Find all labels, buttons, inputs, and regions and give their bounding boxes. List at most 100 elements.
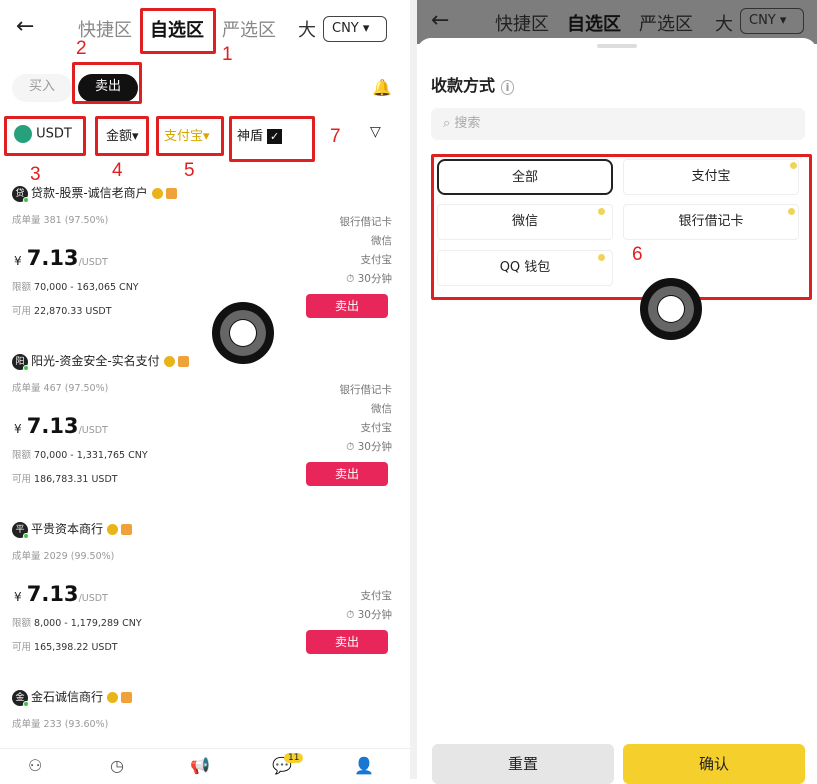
avatar: 阳 xyxy=(12,353,29,371)
time-limit: ⏱ 30分钟 xyxy=(346,609,392,621)
amount-filter[interactable]: 金额▾ xyxy=(106,125,139,144)
annotation-box-1 xyxy=(140,8,216,54)
amount-label: 金额 xyxy=(106,129,133,144)
shield-label: 神盾 xyxy=(237,129,264,144)
time-limit: ⏱ 30分钟 xyxy=(346,441,392,453)
annotation-7: 7 xyxy=(330,126,341,147)
shield-badge-icon xyxy=(121,524,133,535)
payment-label: 支付宝 xyxy=(164,129,204,144)
currency-label: CNY xyxy=(749,13,776,28)
merchant-stats: 成单量 381 (97.50%) xyxy=(12,215,109,226)
avatar: 贷 xyxy=(12,185,29,203)
verified-icon xyxy=(107,692,119,703)
annotation-3: 3 xyxy=(30,164,41,185)
sheet-handle[interactable] xyxy=(597,44,637,48)
payment-method: 银行借记卡 xyxy=(339,216,393,228)
divider xyxy=(410,0,417,779)
annotation-5: 5 xyxy=(184,160,195,181)
coin-label: USDT xyxy=(36,126,72,142)
shield-filter[interactable]: 神盾 ✓ xyxy=(237,125,283,144)
available-text: 可用 22,870.33 USDT xyxy=(12,306,112,317)
panel-title: 收款方式 i xyxy=(431,72,515,96)
chat-badge: 11 xyxy=(284,753,304,763)
bottom-sheet xyxy=(417,38,817,779)
tether-icon xyxy=(14,125,32,143)
orders-icon[interactable]: ◷ xyxy=(110,756,124,775)
tab-big[interactable]: 大 xyxy=(715,10,733,36)
annotation-4: 4 xyxy=(112,160,123,181)
left-screen: ← 快捷区 自选区 严选区 大 CNY ▾ 1 买入 卖出 2 🔔 USDT 3… xyxy=(0,0,410,779)
verified-icon xyxy=(107,524,119,535)
payment-filter[interactable]: 支付宝▾ xyxy=(164,125,210,144)
time-limit: ⏱ 30分钟 xyxy=(346,273,392,285)
back-arrow-icon[interactable]: ← xyxy=(431,8,449,33)
merchant-name: 贷款-股票-诚信老商户 xyxy=(31,186,148,200)
merchant-stats: 成单量 2029 (99.50%) xyxy=(12,551,115,562)
bottom-nav: ⚇ ◷ 📢 💬 11 👤 xyxy=(0,748,410,779)
shield-badge-icon xyxy=(121,692,133,703)
filter-funnel-icon[interactable]: ▽ xyxy=(370,124,381,140)
price-row: ¥ 7.13/USDT xyxy=(14,246,108,270)
avatar: 平 xyxy=(12,521,29,539)
payment-method: 微信 xyxy=(371,235,392,247)
limit-text: 限额 8,000 - 1,179,289 CNY xyxy=(12,618,142,629)
annotation-1: 1 xyxy=(222,44,233,65)
loading-spinner-icon xyxy=(212,302,274,364)
avatar: 金 xyxy=(12,689,29,707)
trade-icon[interactable]: ⚇ xyxy=(28,756,42,775)
price-row: ¥ 7.13/USDT xyxy=(14,414,108,438)
annotation-6: 6 xyxy=(632,244,643,265)
search-input[interactable]: ⌕ 搜索 xyxy=(431,108,805,140)
buy-toggle[interactable]: 买入 xyxy=(12,74,72,102)
available-text: 可用 165,398.22 USDT xyxy=(12,642,118,653)
merchant-name: 金石诚信商行 xyxy=(31,690,104,704)
annotation-box-6 xyxy=(431,154,812,300)
payment-method: 支付宝 xyxy=(360,590,393,602)
payment-method: 支付宝 xyxy=(360,422,393,434)
info-icon[interactable]: i xyxy=(500,80,515,95)
payment-method: 银行借记卡 xyxy=(339,384,393,396)
currency-select[interactable]: CNY ▾ xyxy=(323,16,387,42)
list-item[interactable]: 平平贵资本商行 成单量 2029 (99.50%) ¥ 7.13/USDT 限额… xyxy=(12,520,402,660)
merchant-name: 平贵资本商行 xyxy=(31,522,104,536)
list-item[interactable]: 贷贷款-股票-诚信老商户 成单量 381 (97.50%) ¥ 7.13/USD… xyxy=(12,184,402,324)
sell-button[interactable]: 卖出 xyxy=(306,294,388,318)
currency-label: CNY xyxy=(332,21,359,36)
reset-button[interactable]: 重置 xyxy=(432,744,614,784)
list-item[interactable]: 金金石诚信商行 成单量 233 (93.60%) xyxy=(12,688,402,738)
list-item[interactable]: 阳阳光-资金安全-实名支付 成单量 467 (97.50%) ¥ 7.13/US… xyxy=(12,352,402,492)
search-icon: ⌕ xyxy=(443,116,451,131)
profile-icon[interactable]: 👤 xyxy=(354,756,374,775)
shield-badge-icon xyxy=(165,188,177,199)
sell-button[interactable]: 卖出 xyxy=(306,462,388,486)
back-arrow-icon[interactable]: ← xyxy=(16,14,34,39)
checkbox-icon[interactable]: ✓ xyxy=(267,129,283,144)
coin-filter[interactable]: USDT xyxy=(14,125,72,143)
sell-button[interactable]: 卖出 xyxy=(306,630,388,654)
tab-big[interactable]: 大 xyxy=(298,16,316,42)
confirm-button[interactable]: 确认 xyxy=(623,744,805,784)
tab-custom[interactable]: 自选区 xyxy=(567,10,621,36)
tab-quick[interactable]: 快捷区 xyxy=(495,10,549,36)
bell-icon[interactable]: 🔔 xyxy=(372,78,392,97)
verified-icon xyxy=(151,188,163,199)
loading-spinner-icon xyxy=(640,278,702,340)
limit-text: 限额 70,000 - 163,065 CNY xyxy=(12,282,139,293)
available-text: 可用 186,783.31 USDT xyxy=(12,474,118,485)
annotation-box-2 xyxy=(72,62,142,104)
currency-select[interactable]: CNY ▾ xyxy=(740,8,804,34)
shield-badge-icon xyxy=(177,356,189,367)
price-row: ¥ 7.13/USDT xyxy=(14,582,108,606)
verified-icon xyxy=(163,356,175,367)
announcement-icon[interactable]: 📢 xyxy=(190,756,210,775)
merchant-stats: 成单量 233 (93.60%) xyxy=(12,719,109,730)
payment-method: 支付宝 xyxy=(360,254,393,266)
right-screen: ← 快捷区 自选区 严选区 大 CNY ▾ 收款方式 i ⌕ 搜索 xyxy=(417,0,817,779)
annotation-2: 2 xyxy=(76,38,87,59)
merchant-stats: 成单量 467 (97.50%) xyxy=(12,383,109,394)
tab-select[interactable]: 严选区 xyxy=(639,10,693,36)
limit-text: 限额 70,000 - 1,331,765 CNY xyxy=(12,450,148,461)
payment-method: 微信 xyxy=(371,403,392,415)
merchant-name: 阳光-资金安全-实名支付 xyxy=(31,354,160,368)
tab-select[interactable]: 严选区 xyxy=(222,16,276,42)
